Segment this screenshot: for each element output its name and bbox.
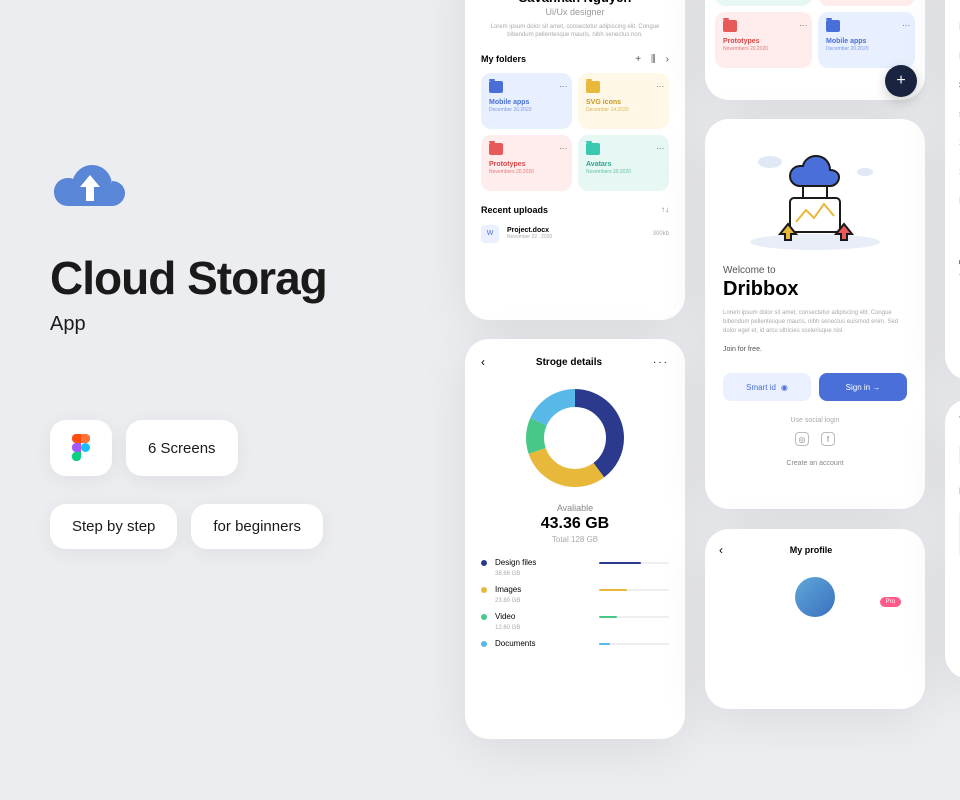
user-role: Ui/Ux designer: [481, 7, 669, 17]
back-button[interactable]: ‹: [719, 543, 723, 557]
fingerprint-icon: ◉: [781, 383, 788, 392]
social-login-label: Use social login: [723, 417, 907, 424]
smart-id-button[interactable]: Smart id◉: [723, 373, 811, 401]
screens-pill: 6 Screens: [126, 420, 238, 476]
folder-card[interactable]: ⋮Mobile appsDecember 20.2020: [481, 73, 572, 129]
word-file-icon: W: [481, 225, 499, 243]
pro-badge: Pro: [880, 597, 901, 607]
page-title: My profile: [790, 545, 833, 555]
folder-card[interactable]: ⋮AvatarsNovembers 20.2020: [715, 0, 812, 6]
page-title: Stroge details: [536, 357, 602, 368]
recent-uploads-label: Recent uploads: [481, 205, 548, 215]
welcome-illustration: [723, 137, 907, 257]
create-account-link[interactable]: Create an account: [723, 460, 907, 467]
screen-welcome: Welcome to Dribbox Lorem ipsum dolor sit…: [705, 119, 925, 509]
recent-file[interactable]: W Project.docxNovomber 22 . 2020 300kb: [481, 225, 669, 243]
screen-storage-details: ‹ Stroge details ··· Avaliable 43.36 GB …: [465, 339, 685, 739]
beginners-pill: for beginners: [191, 504, 323, 549]
folder-card[interactable]: ⋮SVG iconsDecember 14.2020: [578, 73, 669, 129]
screen-profile-folders: Savannah Nguyen Ui/Ux designer Lorem ips…: [465, 0, 685, 320]
sort-icon[interactable]: ↑↓: [661, 205, 669, 214]
screen-menu: Home Profile Stroge shared State Setting…: [945, 0, 960, 380]
folder-card[interactable]: ⋮PrototypesNovembers 20.2020: [481, 135, 572, 191]
user-name: Savannah Nguyen: [481, 0, 669, 5]
available-label: Avaliable: [481, 503, 669, 513]
user-bio: Lorem ipsum dolor sit amet, consectetur …: [481, 23, 669, 40]
hero-subtitle: App: [50, 313, 400, 336]
sign-in-button[interactable]: Sign in →: [819, 373, 907, 401]
avatar: [795, 577, 835, 617]
figma-icon: [72, 434, 90, 462]
add-folder-icon[interactable]: +: [635, 54, 641, 65]
storage-donut-chart: [520, 383, 630, 493]
facebook-icon[interactable]: f: [821, 432, 835, 446]
fab-add-button[interactable]: +: [885, 65, 917, 97]
step-pill: Step by step: [50, 504, 177, 549]
folder-card[interactable]: ⋮AvatarsNovembers 20.2020: [578, 135, 669, 191]
cloud-upload-logo: [50, 157, 130, 217]
join-free: Join for free.: [723, 346, 907, 353]
welcome-lorem: Lorem ipsum dolor sit amet, consectetur …: [723, 309, 907, 336]
figma-pill: [50, 420, 112, 476]
hero-title: Cloud Storag: [50, 251, 400, 305]
settings-sliders-icon[interactable]: ⫼: [651, 54, 656, 65]
brand-name: Dribbox: [723, 278, 907, 301]
folder-card[interactable]: ⋮Mobile appsDecember 20.2020: [818, 12, 915, 68]
folder-card[interactable]: ⋮PrototypesNovembers 20.2020: [818, 0, 915, 6]
welcome-to: Welcome to: [723, 265, 907, 276]
total-storage: Total 128 GB: [481, 535, 669, 544]
my-folders-label: My folders: [481, 54, 526, 64]
available-value: 43.36 GB: [481, 515, 669, 533]
more-icon[interactable]: ···: [653, 357, 669, 368]
folder-card[interactable]: ⋮PrototypesNovembers 20.2020: [715, 12, 812, 68]
screen-home: Your dribbox ⌕Search Recent⌄ Mobile apps…: [945, 399, 960, 679]
chevron-right-icon[interactable]: ›: [666, 54, 669, 65]
screen-my-profile: ‹ My profile Pro: [705, 529, 925, 709]
back-button[interactable]: ‹: [481, 355, 485, 369]
instagram-icon[interactable]: ◎: [795, 432, 809, 446]
